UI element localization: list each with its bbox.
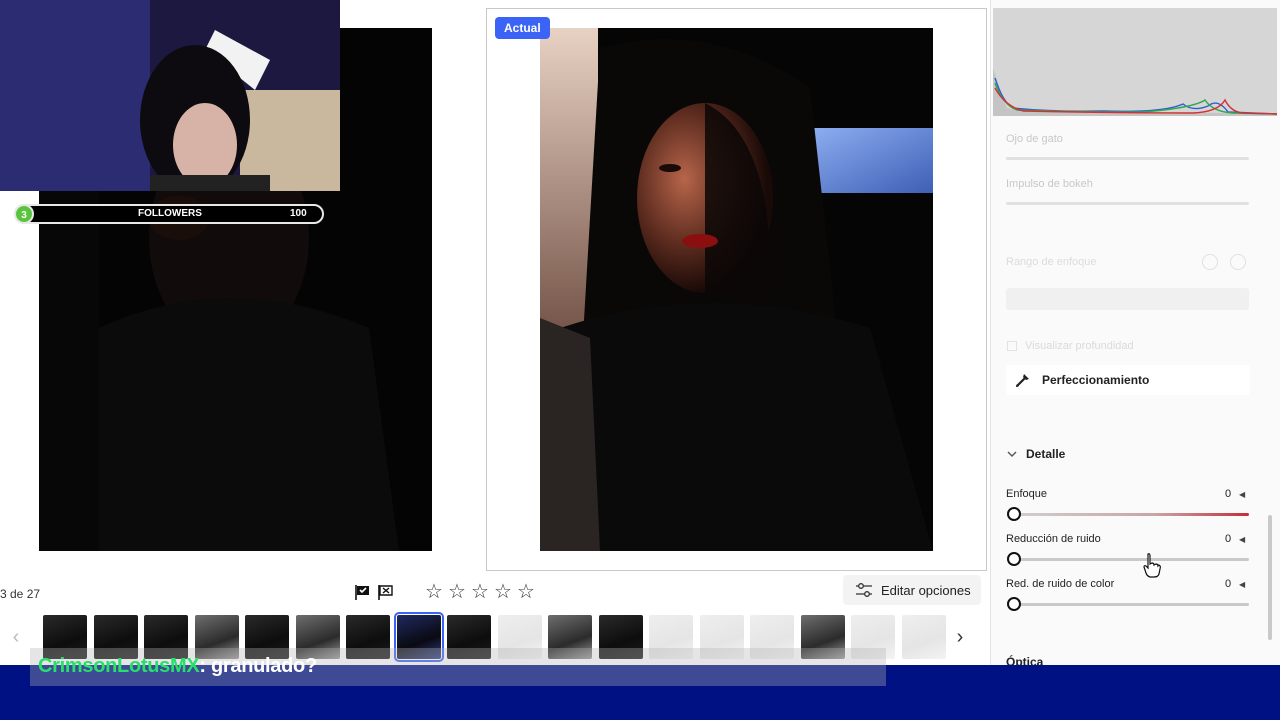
visualize-depth-checkbox — [1007, 341, 1017, 351]
visualize-depth-label: Visualizar profundidad — [1025, 340, 1134, 352]
chat-text: : granulado? — [199, 655, 317, 677]
filmstrip-prev-icon[interactable]: ‹ — [6, 625, 26, 649]
chat-message: CrimsonLotusMX: granulado? — [38, 655, 317, 678]
ruido-color-label: Red. de ruido de color — [1006, 578, 1115, 590]
ojo-de-gato-label: Ojo de gato — [1006, 133, 1063, 145]
webcam-overlay — [0, 0, 340, 191]
reduccion-ruido-slider-track[interactable] — [1014, 558, 1249, 561]
enfoque-slider-thumb[interactable] — [1007, 507, 1021, 521]
edit-options-button[interactable]: Editar opciones — [843, 575, 981, 605]
lightroom-compare-screen: Actual 3 FOLLOWERS 100 3 de 27 ☆ ☆ ☆ ☆ ☆… — [0, 0, 1280, 720]
actual-badge: Actual — [495, 17, 550, 39]
target-icon — [1230, 254, 1246, 270]
histogram — [993, 8, 1277, 116]
followers-goal: 100 — [290, 208, 307, 219]
filmstrip-thumbnail[interactable] — [901, 615, 946, 659]
depth-range-bar — [1006, 288, 1249, 310]
detalle-section-header[interactable]: Detalle — [1006, 447, 1065, 461]
impulso-bokeh-label: Impulso de bokeh — [1006, 178, 1093, 190]
filmstrip-next-icon[interactable]: › — [950, 625, 970, 649]
hand-cursor-icon — [1142, 552, 1162, 578]
flag-x-icon[interactable] — [377, 584, 394, 601]
panel-scrollbar[interactable] — [1268, 515, 1272, 640]
star-icon-1[interactable]: ☆ — [424, 582, 444, 602]
enfoque-label: Enfoque — [1006, 488, 1047, 500]
ruido-color-slider-track[interactable] — [1014, 603, 1249, 606]
photo-counter: 3 de 27 — [0, 587, 41, 601]
actual-photo — [540, 28, 933, 551]
followers-label: FOLLOWERS — [138, 208, 202, 219]
impulso-bokeh-slider — [1006, 202, 1249, 205]
sliders-icon — [856, 583, 872, 597]
brush-icon — [1016, 374, 1029, 387]
reduccion-ruido-label: Reducción de ruido — [1006, 533, 1101, 545]
enfoque-value[interactable]: 0 — [1225, 488, 1231, 500]
enfoque-slider-track[interactable] — [1014, 513, 1249, 516]
ruido-color-slider-thumb[interactable] — [1007, 597, 1021, 611]
reduccion-ruido-reset-icon[interactable]: ◀ — [1239, 535, 1245, 544]
star-icon-2[interactable]: ☆ — [447, 582, 467, 602]
star-rating: ☆ ☆ ☆ ☆ ☆ — [424, 582, 536, 602]
chevron-down-icon — [1007, 451, 1017, 457]
followers-count: 3 — [14, 204, 34, 224]
ojo-de-gato-slider — [1006, 157, 1249, 160]
perfeccionamiento-button[interactable]: Perfeccionamiento — [1006, 365, 1250, 395]
perfeccionamiento-label: Perfeccionamiento — [1042, 373, 1150, 387]
detalle-label: Detalle — [1026, 447, 1066, 461]
star-icon-5[interactable]: ☆ — [516, 582, 536, 602]
reduccion-ruido-value[interactable]: 0 — [1225, 533, 1231, 545]
sun-icon — [1202, 254, 1218, 270]
rango-enfoque-label: Rango de enfoque — [1006, 256, 1097, 268]
ruido-color-value[interactable]: 0 — [1225, 578, 1231, 590]
star-icon-4[interactable]: ☆ — [493, 582, 513, 602]
flag-check-icon[interactable] — [354, 584, 371, 601]
chat-username: CrimsonLotusMX — [38, 655, 200, 677]
reduccion-ruido-slider-thumb[interactable] — [1007, 552, 1021, 566]
ruido-color-reset-icon[interactable]: ◀ — [1239, 580, 1245, 589]
enfoque-reset-icon[interactable]: ◀ — [1239, 490, 1245, 499]
edit-options-label: Editar opciones — [881, 582, 971, 598]
star-icon-3[interactable]: ☆ — [470, 582, 490, 602]
